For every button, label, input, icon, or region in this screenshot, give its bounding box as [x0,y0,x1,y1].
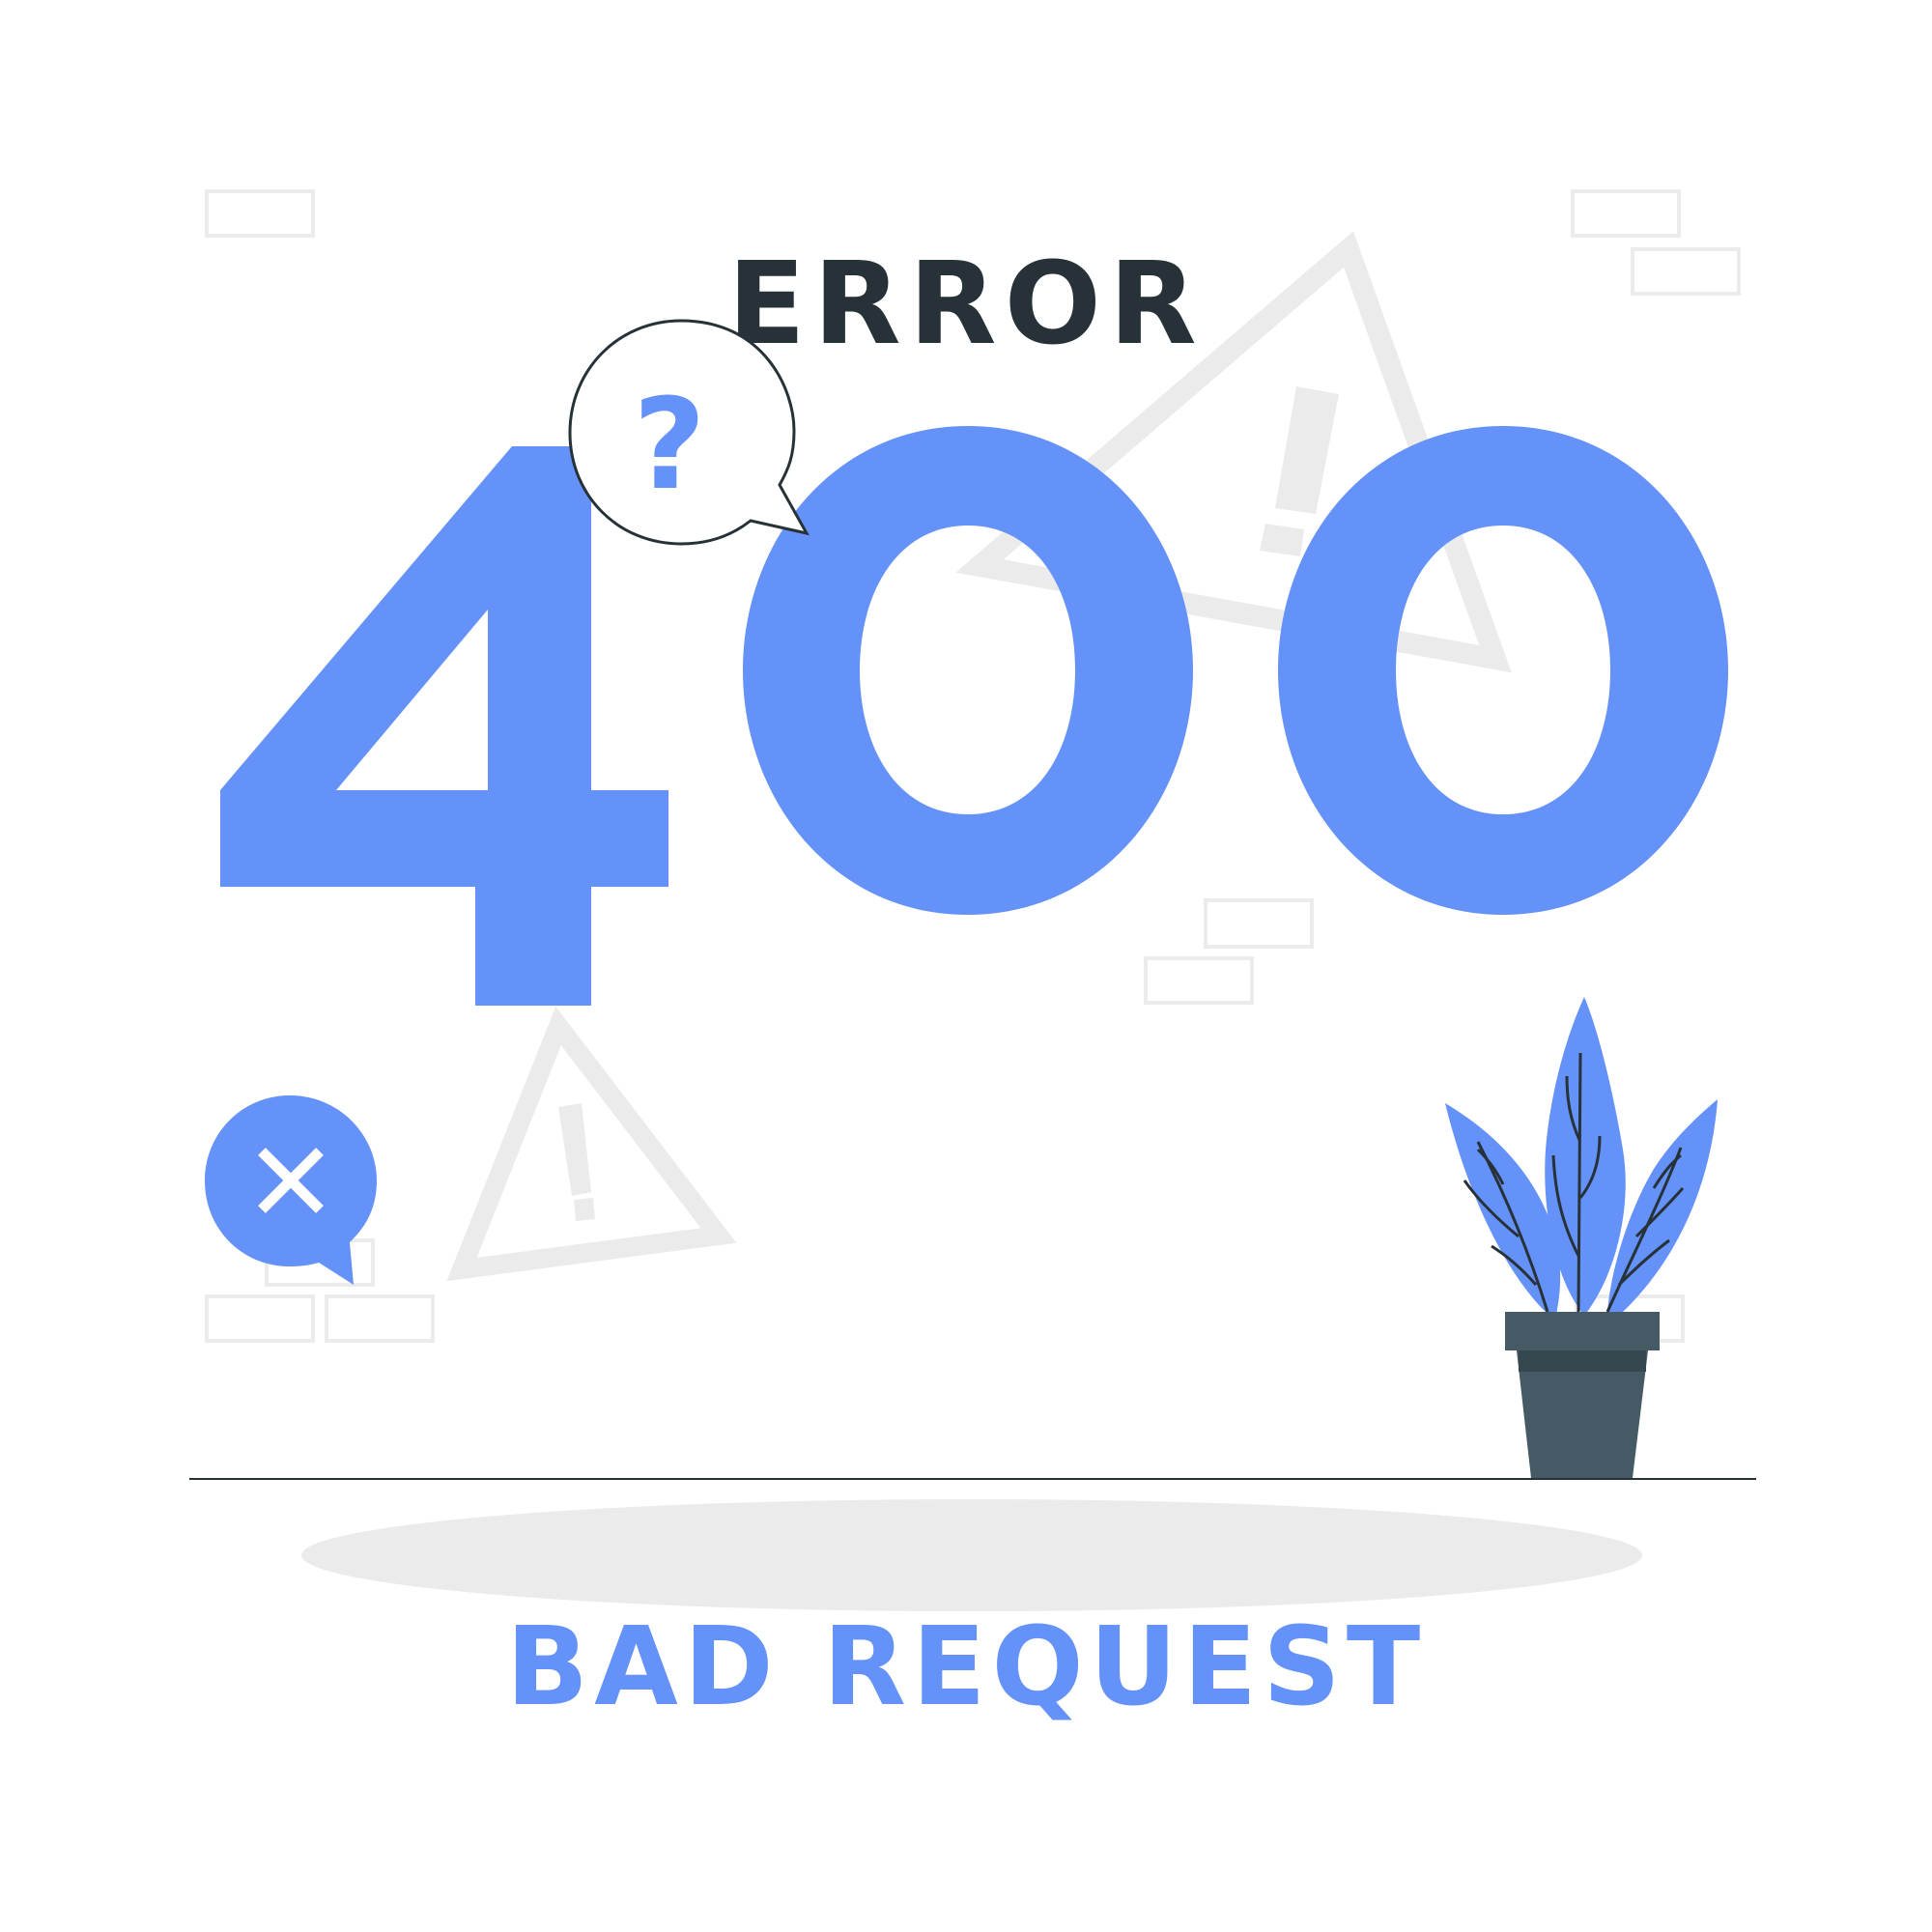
error-illustration: ERROR 400 ? BAD REQUEST [0,0,1932,1932]
bad-request-heading: BAD REQUEST [505,1605,1427,1730]
pot-band [1519,1349,1646,1372]
pot-rim [1505,1312,1660,1350]
